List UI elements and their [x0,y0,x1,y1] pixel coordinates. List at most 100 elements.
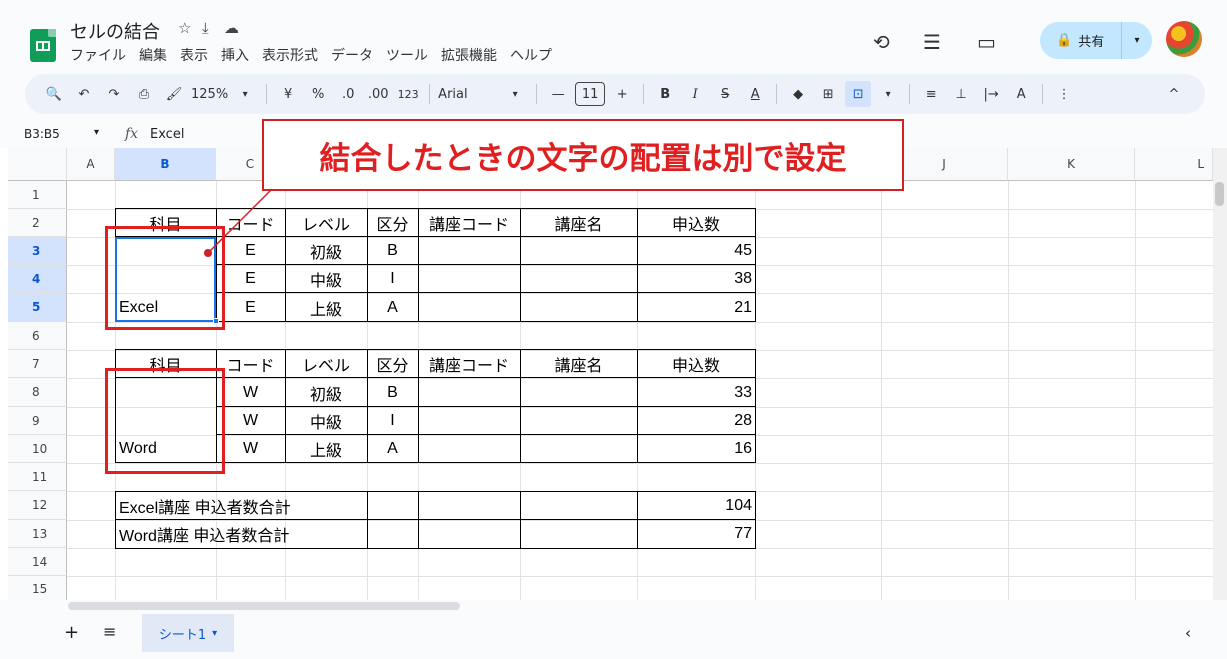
table-cell[interactable]: W [216,435,285,463]
row-header[interactable]: 10 [8,435,67,463]
zoom-dropdown-icon[interactable]: ▾ [232,81,258,107]
header-cell[interactable]: レベル [285,209,367,237]
header-cell[interactable]: 申込数 [637,209,755,237]
row-header[interactable]: 12 [8,491,67,520]
table-cell[interactable]: 初級 [285,237,367,265]
menu-insert[interactable]: 挿入 [221,45,249,65]
header-cell[interactable]: 講座コード [418,350,520,378]
column-header-k[interactable]: K [1008,148,1135,181]
header-cell[interactable]: コード [216,350,285,378]
row-header[interactable]: 2 [8,209,67,237]
table-cell[interactable]: 45 [637,237,755,265]
font-dropdown-icon[interactable]: ▾ [502,81,528,107]
print-icon[interactable]: ⎙ [131,81,157,107]
header-cell[interactable]: 申込数 [637,350,755,378]
table-cell[interactable]: B [367,237,418,265]
currency-button[interactable]: ¥ [275,81,301,107]
row-header[interactable]: 5 [8,293,67,322]
formula-input[interactable]: Excel [150,127,184,142]
share-dropdown-icon[interactable]: ▾ [1122,35,1152,46]
menu-view[interactable]: 表示 [180,45,208,65]
explore-panel-toggle-icon[interactable]: ‹ [1185,624,1191,642]
table-cell[interactable]: 上級 [285,435,367,463]
header-cell[interactable]: 区分 [367,209,418,237]
total-label-cell[interactable]: Excel講座 申込者数合計 [115,491,367,520]
table-cell[interactable]: A [367,293,418,322]
menu-extensions[interactable]: 拡張機能 [441,45,497,65]
sheet-tab-dropdown-icon[interactable]: ▾ [212,628,217,639]
vertical-align-icon[interactable]: ⊥ [948,81,974,107]
fill-color-icon[interactable]: ◆ [785,81,811,107]
more-options-icon[interactable]: ⋮ [1051,81,1077,107]
font-size-decrease-button[interactable]: — [545,81,571,107]
row-header[interactable]: 8 [8,378,67,407]
row-header[interactable]: 15 [8,576,67,600]
star-icon[interactable]: ☆ [178,19,191,37]
strikethrough-button[interactable]: S [712,81,738,107]
sheets-logo-icon[interactable] [30,29,56,62]
sheet-tab[interactable]: シート1 ▾ [142,614,234,652]
decrease-decimal-button[interactable]: .0 [335,81,361,107]
history-icon[interactable]: ⟲ [873,30,890,54]
collapse-toolbar-icon[interactable]: ^ [1161,81,1187,107]
row-header[interactable]: 13 [8,520,67,548]
header-cell[interactable]: 講座名 [520,209,637,237]
header-cell[interactable]: 区分 [367,350,418,378]
row-header[interactable]: 6 [8,322,67,350]
text-rotation-icon[interactable]: A [1008,81,1034,107]
table-cell[interactable]: 中級 [285,265,367,293]
table-cell[interactable]: W [216,407,285,435]
paint-format-icon[interactable]: 🖌 [161,81,187,107]
menu-help[interactable]: ヘルプ [510,45,552,65]
merge-cells-icon[interactable]: ⊡ [845,81,872,107]
italic-button[interactable]: I [682,81,708,107]
undo-icon[interactable]: ↶ [71,81,97,107]
row-header[interactable]: 4 [8,265,67,293]
bold-button[interactable]: B [652,81,678,107]
column-header-a[interactable]: A [67,148,115,181]
total-value-cell[interactable]: 104 [637,491,755,520]
menu-format[interactable]: 表示形式 [262,45,318,65]
column-header-l[interactable]: L [1135,148,1213,181]
table-cell[interactable]: A [367,435,418,463]
menu-tools[interactable]: ツール [386,45,428,65]
table-cell[interactable]: 33 [637,378,755,407]
spreadsheet-grid[interactable]: A B C J K L 1 2 3 4 5 6 7 8 9 10 11 12 1… [0,148,1213,600]
document-title[interactable]: セルの結合 [70,18,160,44]
percent-button[interactable]: % [305,81,331,107]
text-wrap-icon[interactable]: |→ [978,81,1004,107]
menu-data[interactable]: データ [331,45,373,65]
column-header-b[interactable]: B [115,148,216,181]
table-cell[interactable]: I [367,407,418,435]
menu-edit[interactable]: 編集 [139,45,167,65]
header-cell[interactable]: 講座名 [520,350,637,378]
header-cell[interactable]: 講座コード [418,209,520,237]
header-cell[interactable]: レベル [285,350,367,378]
meet-icon[interactable]: ▭ [977,30,996,54]
text-color-button[interactable]: A [742,81,768,107]
cloud-status-icon[interactable]: ☁ [224,19,239,37]
add-sheet-icon[interactable]: + [64,622,79,643]
table-cell[interactable]: I [367,265,418,293]
table-cell[interactable]: E [216,293,285,322]
row-header[interactable]: 1 [8,181,67,209]
horizontal-scrollbar-thumb[interactable] [68,602,460,610]
font-size-input[interactable]: 11 [575,82,606,106]
select-all-corner[interactable] [8,148,67,181]
comment-icon[interactable]: ☰ [923,30,941,54]
row-header[interactable]: 11 [8,463,67,491]
table-cell[interactable]: 21 [637,293,755,322]
table-cell[interactable]: 初級 [285,378,367,407]
all-sheets-icon[interactable]: ≡ [103,622,116,641]
merge-dropdown-icon[interactable]: ▾ [875,81,901,107]
table-cell[interactable]: B [367,378,418,407]
table-cell[interactable]: 中級 [285,407,367,435]
row-header[interactable]: 7 [8,350,67,378]
search-icon[interactable]: 🔍 [41,81,67,107]
table-cell[interactable]: W [216,378,285,407]
table-cell[interactable]: 上級 [285,293,367,322]
table-cell[interactable]: 16 [637,435,755,463]
font-size-increase-button[interactable]: + [609,81,635,107]
table-cell[interactable]: 28 [637,407,755,435]
row-header[interactable]: 3 [8,237,67,265]
